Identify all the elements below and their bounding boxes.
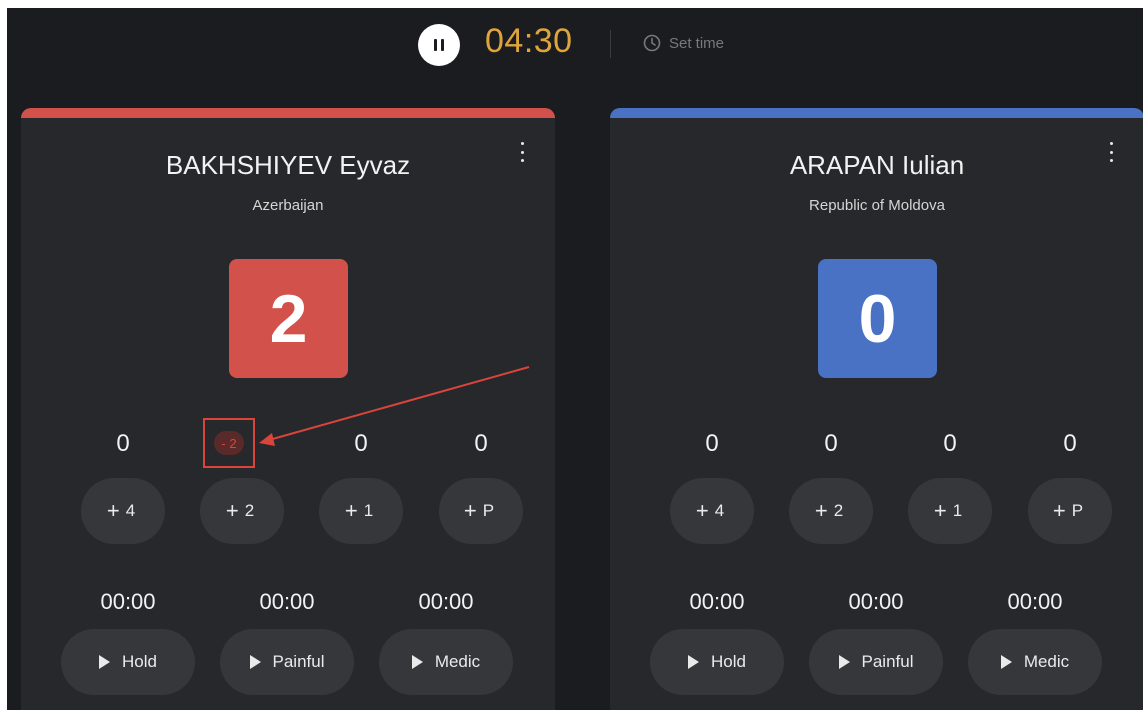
painful-button[interactable]: Painful (809, 629, 943, 695)
add-1-button[interactable]: +1 (319, 478, 403, 544)
pause-icon (434, 39, 444, 51)
set-time-label: Set time (669, 34, 725, 52)
hold-button[interactable]: Hold (650, 629, 784, 695)
painful-button[interactable]: Painful (220, 629, 354, 695)
play-icon (838, 655, 850, 669)
add-p-button[interactable]: + P (439, 478, 523, 544)
counter-4: 0 (705, 430, 719, 457)
competitor-country: Republic of Moldova (809, 197, 945, 214)
painful-timer: 00:00 (259, 589, 315, 614)
pause-button[interactable] (418, 24, 460, 66)
add-4-button[interactable]: +4 (670, 478, 754, 544)
play-icon (688, 655, 700, 669)
medic-timer: 00:00 (1007, 589, 1063, 614)
scoreboard-app: 04:30 Set time BAKHSHIYEV Eyvaz Azerbaij… (7, 8, 1143, 710)
annotation-highlight-box: - 2 (203, 418, 255, 468)
competitor-name: BAKHSHIYEV Eyvaz (165, 150, 411, 180)
counter-1: 0 (354, 430, 368, 457)
competitor-card-red: BAKHSHIYEV Eyvaz Azerbaijan 2 0 0 0 +4 +… (21, 108, 555, 710)
medic-button[interactable]: Medic (968, 629, 1102, 695)
hold-timer: 00:00 (689, 589, 745, 614)
add-4-button[interactable]: +4 (81, 478, 165, 544)
medic-button[interactable]: Medic (379, 629, 513, 695)
score-box: 2 (229, 259, 348, 378)
card-color-stripe (610, 108, 1143, 118)
counter-p: 0 (1063, 430, 1077, 457)
add-2-button[interactable]: +2 (789, 478, 873, 544)
clock-icon (643, 34, 661, 52)
divider (610, 30, 611, 58)
play-icon (411, 655, 423, 669)
set-time-button[interactable]: Set time (643, 34, 724, 52)
add-2-button[interactable]: +2 (200, 478, 284, 544)
counter-4: 0 (116, 430, 130, 457)
competitor-card-blue: ARAPAN Iulian Republic of Moldova 0 0 0 … (610, 108, 1143, 710)
subtract-2-button[interactable]: - 2 (214, 431, 244, 455)
top-bar: 04:30 Set time (7, 8, 1143, 80)
play-icon (1000, 655, 1012, 669)
counter-2: 0 (824, 430, 838, 457)
score-box: 0 (818, 259, 937, 378)
hold-button[interactable]: Hold (61, 629, 195, 695)
match-clock: 04:30 (485, 22, 573, 60)
painful-timer: 00:00 (848, 589, 904, 614)
competitor-name: ARAPAN Iulian (789, 150, 965, 180)
counter-p: 0 (474, 430, 488, 457)
medic-timer: 00:00 (418, 589, 474, 614)
card-color-stripe (21, 108, 555, 118)
play-icon (99, 655, 111, 669)
add-p-button[interactable]: + P (1028, 478, 1112, 544)
add-1-button[interactable]: +1 (908, 478, 992, 544)
competitor-country: Azerbaijan (252, 197, 324, 214)
play-icon (249, 655, 261, 669)
counter-1: 0 (943, 430, 957, 457)
hold-timer: 00:00 (100, 589, 156, 614)
